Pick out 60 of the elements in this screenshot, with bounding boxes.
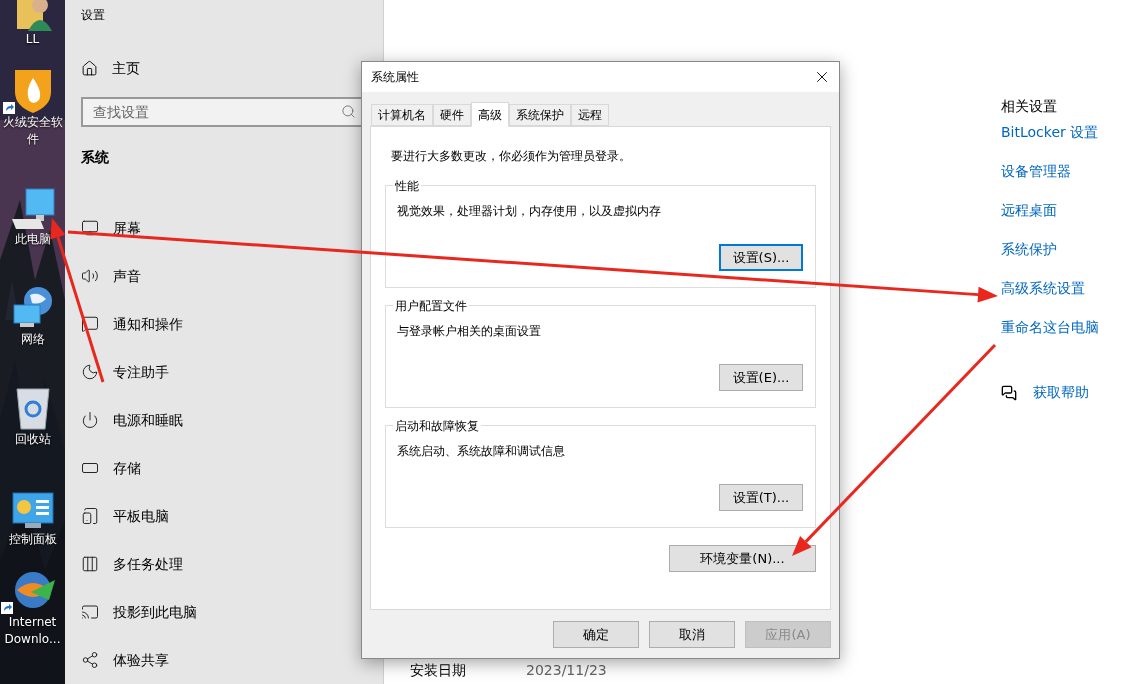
desktop-icon-label[interactable]: 此电脑 xyxy=(0,231,65,248)
multitask-icon xyxy=(81,555,99,573)
tablet-icon xyxy=(81,507,99,525)
sidebar-item[interactable]: 投影到此电脑 xyxy=(81,588,367,636)
dialog-tab[interactable]: 硬件 xyxy=(433,104,471,126)
home-link[interactable]: 主页 xyxy=(112,58,140,79)
group-description: 视觉效果，处理器计划，内存使用，以及虚拟内存 xyxy=(397,203,662,220)
related-heading: 相关设置 xyxy=(1001,97,1058,116)
desktop-icon-label[interactable]: 网络 xyxy=(0,331,65,348)
related-link[interactable]: 系统保护 xyxy=(1001,239,1129,278)
sidebar-item[interactable]: 专注助手 xyxy=(81,348,367,396)
group-description: 与登录帐户相关的桌面设置 xyxy=(397,323,542,340)
desktop-icon-label[interactable]: LL xyxy=(0,31,65,48)
help-link[interactable]: 获取帮助 xyxy=(1033,382,1089,403)
sidebar-item[interactable]: 存储 xyxy=(81,444,367,492)
related-link[interactable]: 重命名这台电脑 xyxy=(1001,317,1129,356)
desktop-icon-label[interactable]: 火绒安全软件 xyxy=(0,114,65,148)
dialog-tab[interactable]: 计算机名 xyxy=(371,104,433,126)
control-panel-icon xyxy=(10,491,55,531)
sidebar-item[interactable]: 体验共享 xyxy=(81,636,367,684)
desktop-icon-label[interactable]: Internet Downlo... xyxy=(0,614,65,648)
sidebar-item[interactable]: 通知和操作 xyxy=(81,300,367,348)
dialog-tab[interactable]: 系统保护 xyxy=(509,104,571,126)
message-icon xyxy=(81,315,99,333)
sidebar-item[interactable]: 电源和睡眠 xyxy=(81,396,367,444)
search-icon xyxy=(341,104,356,119)
group-title: 性能 xyxy=(393,177,421,195)
computer-icon xyxy=(9,187,56,231)
section-heading: 系统 xyxy=(81,148,110,167)
sidebar-item[interactable]: 多任务处理 xyxy=(81,540,367,588)
group-description: 系统启动、系统故障和调试信息 xyxy=(397,443,566,460)
dialog-button[interactable]: 设置(T)... xyxy=(719,484,803,511)
dialog-button[interactable]: 取消 xyxy=(649,621,735,648)
speaker-icon xyxy=(81,267,99,285)
moon-icon xyxy=(81,363,99,381)
dialog-button[interactable]: 环境变量(N)... xyxy=(669,545,816,572)
dialog-tab[interactable]: 高级 xyxy=(471,102,509,127)
desktop-icon-label[interactable]: 回收站 xyxy=(0,431,65,448)
group-title: 用户配置文件 xyxy=(393,297,469,315)
dialog-button[interactable]: 设置(S)... xyxy=(719,244,803,271)
home-icon xyxy=(81,60,98,77)
notice-text: 要进行大多数更改，你必须作为管理员登录。 xyxy=(391,148,632,165)
share-icon xyxy=(81,651,99,669)
dialog-button[interactable]: 确定 xyxy=(553,621,639,648)
help-chat-icon xyxy=(1001,384,1017,401)
property-value: 2023/11/23 xyxy=(526,661,607,680)
property-label: 安装日期 xyxy=(410,661,466,680)
desktop-icon-label[interactable]: 控制面板 xyxy=(0,531,65,548)
dialog-button[interactable]: 设置(E)... xyxy=(719,364,803,391)
projection-icon xyxy=(81,603,99,621)
related-link[interactable]: 设备管理器 xyxy=(1001,161,1129,200)
sidebar-item[interactable]: 平板电脑 xyxy=(81,492,367,540)
related-link[interactable]: 高级系统设置 xyxy=(1001,278,1129,317)
dialog-tab[interactable]: 远程 xyxy=(571,104,609,126)
window-title: 设置 xyxy=(81,7,106,24)
power-icon xyxy=(81,411,99,429)
related-link[interactable]: 远程桌面 xyxy=(1001,200,1129,239)
related-link[interactable]: BitLocker 设置 xyxy=(1001,122,1129,161)
dialog-title: 系统属性 xyxy=(371,69,419,86)
group-title: 启动和故障恢复 xyxy=(393,417,481,435)
